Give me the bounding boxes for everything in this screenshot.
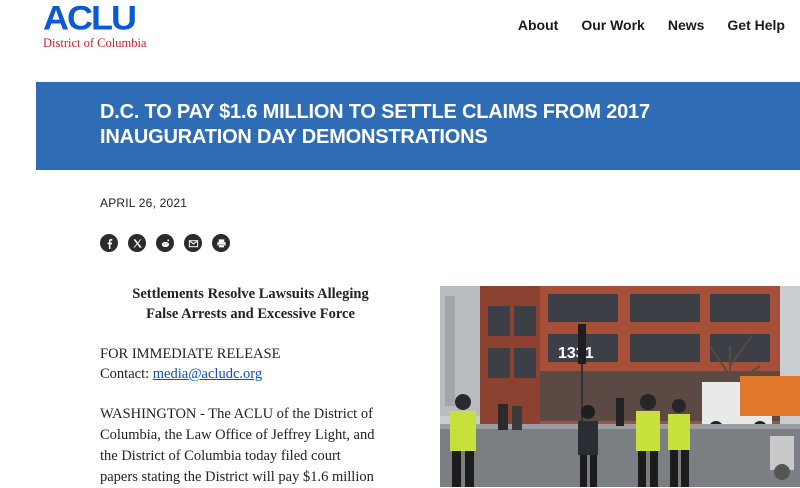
contact-label: Contact: (100, 366, 150, 382)
main-nav: About Our Work News Get Help (518, 17, 785, 33)
article-subhead: Settlements Resolve Lawsuits Alleging Fa… (100, 284, 401, 324)
contact-email-link[interactable]: media@acludc.org (153, 366, 262, 382)
street-scene-illustration: 1331 (440, 286, 800, 487)
subhead-line: False Arrests and Excessive Force (146, 306, 355, 322)
aclu-logo[interactable]: ACLU District of Columbia (43, 0, 147, 51)
release-label: FOR IMMEDIATE RELEASE (100, 346, 281, 362)
article-body: WASHINGTON - The ACLU of the District of… (100, 404, 410, 488)
subhead-line: Settlements Resolve Lawsuits Alleging (132, 286, 369, 302)
logo-subtitle: District of Columbia (43, 36, 147, 50)
nav-about[interactable]: About (518, 17, 558, 33)
share-bar (100, 234, 230, 252)
logo-mark: ACLU (43, 0, 137, 38)
email-icon[interactable] (184, 234, 202, 252)
facebook-icon[interactable] (100, 234, 118, 252)
nav-get-help[interactable]: Get Help (727, 17, 785, 33)
page-title: D.C. TO PAY $1.6 MILLION TO SETTLE CLAIM… (100, 101, 650, 148)
building-number: 1331 (558, 345, 594, 362)
title-banner: D.C. TO PAY $1.6 MILLION TO SETTLE CLAIM… (36, 82, 800, 170)
release-info: FOR IMMEDIATE RELEASE Contact: media@acl… (100, 344, 280, 384)
x-icon[interactable] (128, 234, 146, 252)
print-icon[interactable] (212, 234, 230, 252)
reddit-icon[interactable] (156, 234, 174, 252)
body-line: the District of Columbia today filed cou… (100, 448, 341, 464)
publish-date: APRIL 26, 2021 (100, 196, 188, 210)
body-line: Columbia, the Law Office of Jeffrey Ligh… (100, 427, 375, 443)
nav-news[interactable]: News (668, 17, 705, 33)
contact-line: Contact: media@acludc.org (100, 364, 280, 384)
body-line: papers stating the District will pay $1.… (100, 469, 374, 485)
body-line: WASHINGTON - The ACLU of the District of (100, 406, 373, 422)
article-photo: 1331 (440, 286, 800, 487)
nav-our-work[interactable]: Our Work (581, 17, 645, 33)
